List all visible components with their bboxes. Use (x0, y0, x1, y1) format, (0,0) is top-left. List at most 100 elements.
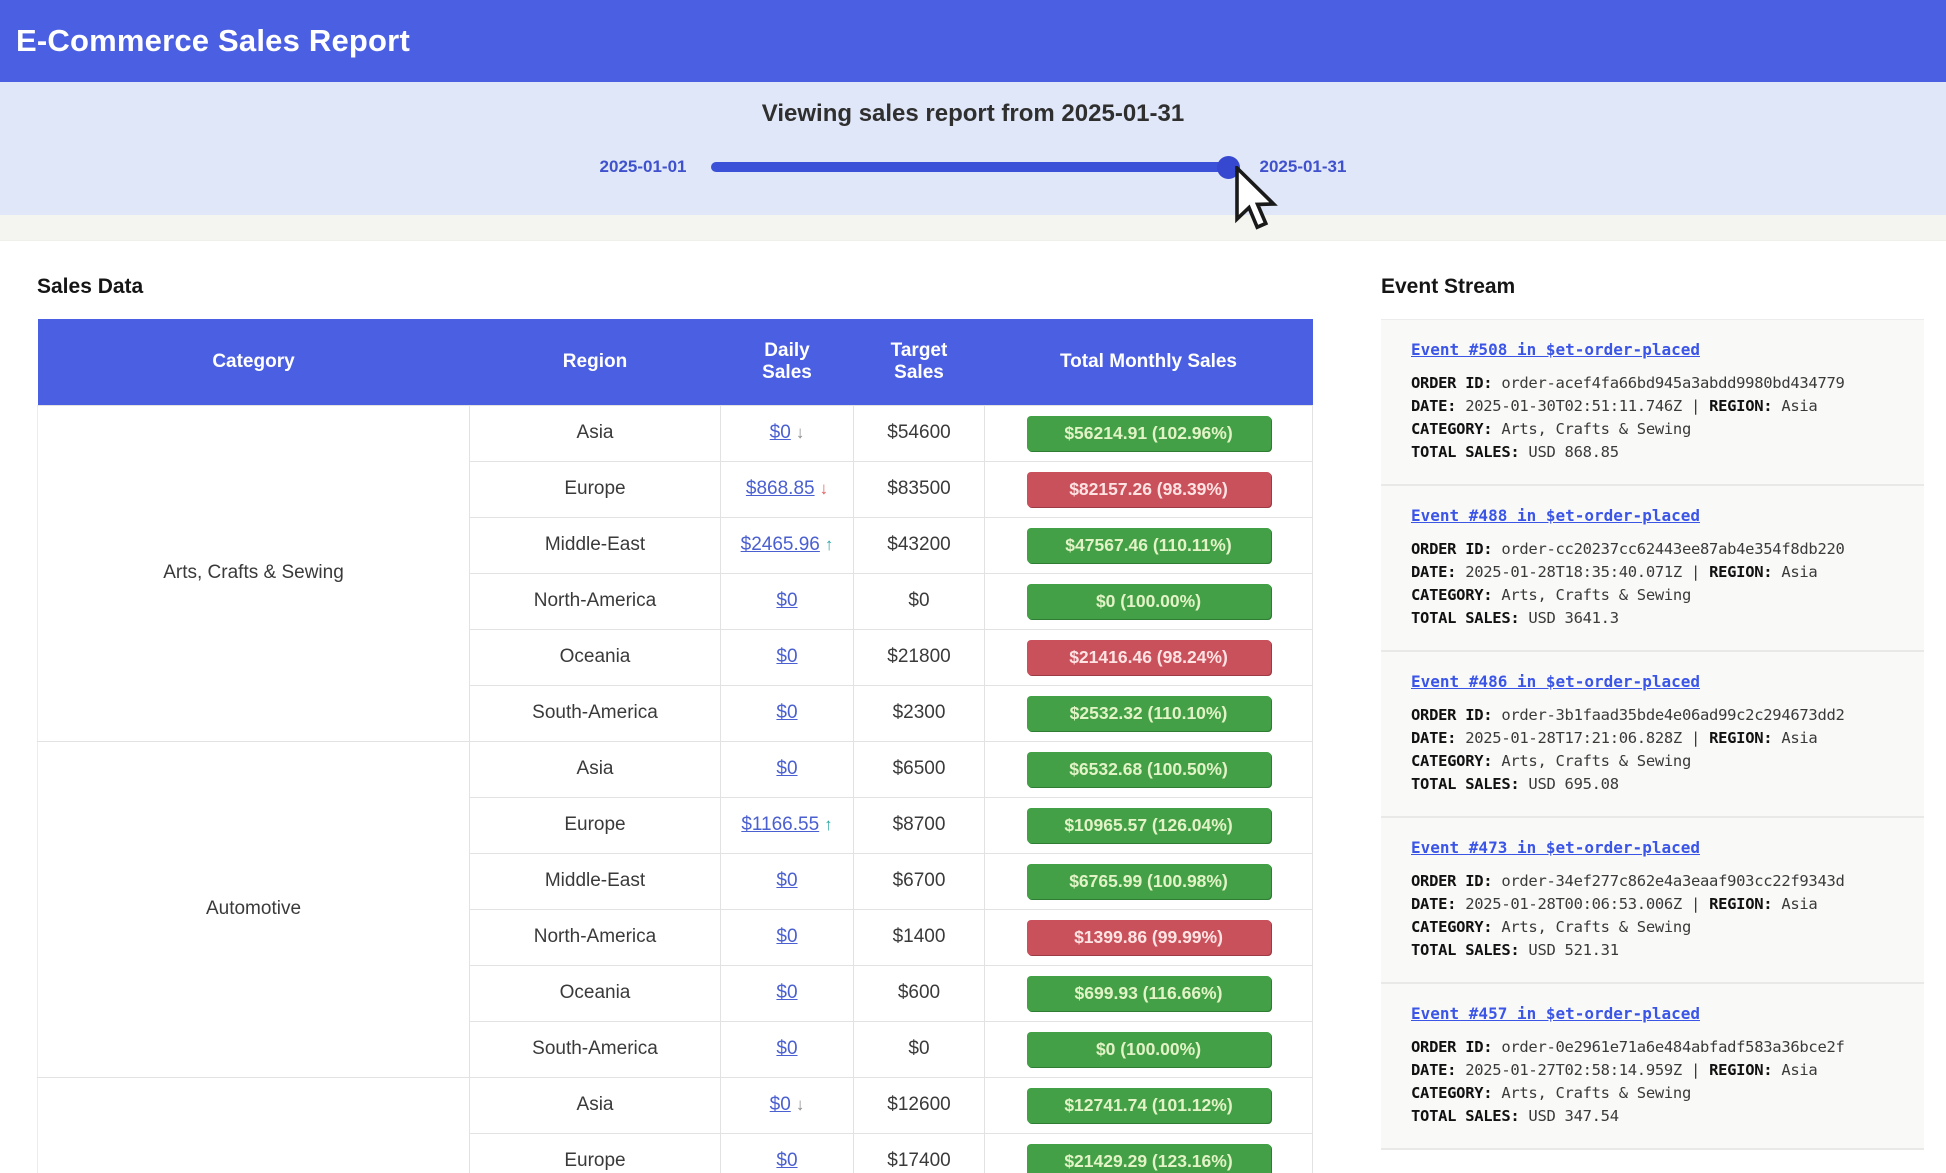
target-sales-cell: $12600 (854, 1077, 985, 1133)
order-id-label: ORDER ID: (1411, 1038, 1501, 1056)
order-id-label: ORDER ID: (1411, 540, 1501, 558)
daily-sales-link[interactable]: $0 (776, 870, 797, 891)
daily-sales-link[interactable]: $0 (776, 702, 797, 723)
event-category-line: CATEGORY: Arts, Crafts & Sewing (1411, 1084, 1912, 1102)
event-stream-item: Event #486 in $et-order-placed ORDER ID: … (1381, 652, 1924, 818)
monthly-sales-badge: $0 (100.00%) (1027, 584, 1271, 619)
target-sales-cell: $0 (854, 1021, 985, 1077)
target-sales-cell: $0 (854, 573, 985, 629)
target-sales-cell: $43200 (854, 517, 985, 573)
total-monthly-sales-cell: $56214.91 (102.96%) (985, 405, 1313, 461)
event-link[interactable]: Event #486 in $et-order-placed (1411, 672, 1700, 691)
monthly-sales-badge: $699.93 (116.66%) (1027, 976, 1271, 1011)
event-order-id-line: ORDER ID: order-cc20237cc62443ee87ab4e35… (1411, 540, 1912, 558)
total-monthly-sales-cell: $6765.99 (100.98%) (985, 853, 1313, 909)
event-date-line: DATE: 2025-01-27T02:58:14.959Z | REGION:… (1411, 1061, 1912, 1079)
daily-sales-link[interactable]: $0 (776, 1150, 797, 1171)
target-sales-cell: $600 (854, 965, 985, 1021)
trend-down-arrow-icon: ↓ (820, 479, 829, 499)
target-sales-cell: $54600 (854, 405, 985, 461)
event-link[interactable]: Event #473 in $et-order-placed (1411, 838, 1700, 857)
region-cell: Europe (470, 797, 721, 853)
event-stream-item: Event #457 in $et-order-placed ORDER ID: … (1381, 984, 1924, 1150)
monthly-sales-badge: $6765.99 (100.98%) (1027, 864, 1271, 899)
daily-sales-link[interactable]: $0 (776, 1038, 797, 1059)
date-slider[interactable] (711, 156, 1236, 178)
region-label: REGION: (1709, 895, 1781, 913)
daily-sales-link[interactable]: $0 (770, 422, 791, 443)
total-sales-label: TOTAL SALES: (1411, 775, 1528, 793)
monthly-sales-badge: $12741.74 (101.12%) (1027, 1088, 1271, 1123)
monthly-sales-badge: $21416.46 (98.24%) (1027, 640, 1271, 675)
app-header: E-Commerce Sales Report (0, 0, 1946, 82)
total-monthly-sales-cell: $82157.26 (98.39%) (985, 461, 1313, 517)
date-label: DATE: (1411, 895, 1465, 913)
total-sales-label: TOTAL SALES: (1411, 443, 1528, 461)
monthly-sales-badge: $82157.26 (98.39%) (1027, 472, 1271, 507)
category-label: CATEGORY: (1411, 586, 1501, 604)
total-sales-label: TOTAL SALES: (1411, 941, 1528, 959)
sales-table: Category Region Daily Sales Target Sales… (37, 319, 1313, 1173)
category-label: CATEGORY: (1411, 420, 1501, 438)
region-cell: Asia (470, 1077, 721, 1133)
daily-sales-cell: $0 (721, 1133, 854, 1173)
daily-sales-link[interactable]: $2465.96 (741, 534, 820, 555)
daily-sales-cell: $0 (721, 573, 854, 629)
daily-sales-link[interactable]: $0 (776, 926, 797, 947)
event-link[interactable]: Event #508 in $et-order-placed (1411, 340, 1700, 359)
region-label: REGION: (1709, 729, 1781, 747)
region-cell: North-America (470, 909, 721, 965)
event-stream-panel: Event Stream Event #508 in $et-order-pla… (1381, 261, 1924, 1173)
daily-sales-link[interactable]: $0 (776, 646, 797, 667)
daily-sales-link[interactable]: $1166.55 (741, 814, 819, 835)
total-monthly-sales-cell: $0 (100.00%) (985, 573, 1313, 629)
slider-thumb[interactable] (1217, 156, 1240, 179)
monthly-sales-badge: $1399.86 (99.99%) (1027, 920, 1271, 955)
daily-sales-cell: $868.85↓ (721, 461, 854, 517)
event-category-line: CATEGORY: Arts, Crafts & Sewing (1411, 420, 1912, 438)
daily-sales-link[interactable]: $0 (776, 758, 797, 779)
date-label: DATE: (1411, 563, 1465, 581)
total-monthly-sales-cell: $6532.68 (100.50%) (985, 741, 1313, 797)
date-label: DATE: (1411, 1061, 1465, 1079)
target-sales-cell: $8700 (854, 797, 985, 853)
total-monthly-sales-cell: $699.93 (116.66%) (985, 965, 1313, 1021)
total-sales-label: TOTAL SALES: (1411, 609, 1528, 627)
column-header-target-sales: Target Sales (854, 319, 985, 405)
date-label: DATE: (1411, 397, 1465, 415)
event-link[interactable]: Event #457 in $et-order-placed (1411, 1004, 1700, 1023)
date-label: DATE: (1411, 729, 1465, 747)
daily-sales-cell: $0↓ (721, 405, 854, 461)
daily-sales-link[interactable]: $868.85 (746, 478, 815, 499)
main-content: Sales Data Category Region Daily Sales T… (0, 241, 1946, 1173)
sales-data-heading: Sales Data (37, 275, 1312, 299)
daily-sales-link[interactable]: $0 (770, 1094, 791, 1115)
total-monthly-sales-cell: $0 (100.00%) (985, 1021, 1313, 1077)
event-date-line: DATE: 2025-01-28T00:06:53.006Z | REGION:… (1411, 895, 1912, 913)
event-date-line: DATE: 2025-01-28T18:35:40.071Z | REGION:… (1411, 563, 1912, 581)
daily-sales-link[interactable]: $0 (776, 982, 797, 1003)
event-stream-item: Event #508 in $et-order-placedORDER ID: … (1381, 320, 1924, 486)
target-sales-cell: $2300 (854, 685, 985, 741)
slider-track[interactable] (711, 162, 1236, 172)
target-sales-cell: $1400 (854, 909, 985, 965)
event-stream-heading: Event Stream (1381, 275, 1924, 299)
region-cell: Oceania (470, 965, 721, 1021)
event-order-id-line: ORDER ID: order-3b1faad35bde4e06ad99c2c2… (1411, 706, 1912, 724)
event-link[interactable]: Event #488 in $et-order-placed (1411, 506, 1700, 525)
total-monthly-sales-cell: $2532.32 (110.10%) (985, 685, 1313, 741)
sales-table-body: Arts, Crafts & SewingAsia$0↓$54600$56214… (38, 405, 1313, 1173)
daily-sales-cell: $0 (721, 909, 854, 965)
region-cell: Middle-East (470, 853, 721, 909)
total-monthly-sales-cell: $21416.46 (98.24%) (985, 629, 1313, 685)
event-order-id-line: ORDER ID: order-0e2961e71a6e484abfadf583… (1411, 1038, 1912, 1056)
daily-sales-link[interactable]: $0 (776, 590, 797, 611)
daily-sales-cell: $2465.96↑ (721, 517, 854, 573)
order-id-label: ORDER ID: (1411, 374, 1501, 392)
region-cell: South-America (470, 685, 721, 741)
region-label: REGION: (1709, 563, 1781, 581)
slider-min-label: 2025-01-01 (600, 157, 687, 177)
target-sales-cell: $17400 (854, 1133, 985, 1173)
event-total-sales-line: TOTAL SALES: USD 695.08 (1411, 775, 1912, 793)
region-cell: Asia (470, 741, 721, 797)
